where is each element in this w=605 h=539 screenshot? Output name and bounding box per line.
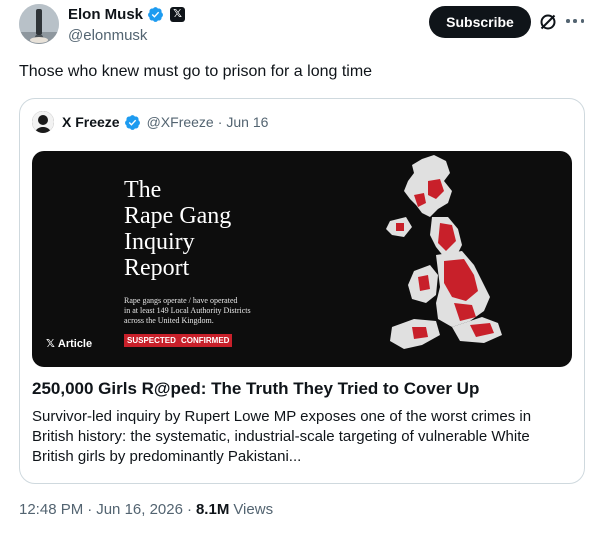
article-badge-label: Article bbox=[57, 337, 93, 350]
x-affiliate-icon: 𝕏 bbox=[170, 7, 186, 22]
legend-suspected-tag: SUSPECTED bbox=[124, 334, 179, 347]
quote-author-name[interactable]: X Freeze bbox=[62, 114, 120, 130]
subscribe-button[interactable]: Subscribe bbox=[429, 6, 531, 38]
tweet-text: Those who knew must go to prison for a l… bbox=[19, 63, 373, 80]
quote-date[interactable]: Jun 16 bbox=[226, 114, 268, 130]
report-subtitle: Rape gangs operate / have operated in at… bbox=[124, 296, 251, 325]
quote-header: X Freeze @XFreeze · Jun 16 bbox=[32, 111, 268, 133]
author-name[interactable]: Elon Musk bbox=[68, 6, 143, 23]
legend-confirmed-tag: CONFIRMED bbox=[178, 334, 233, 347]
uk-map-image bbox=[386, 155, 502, 349]
author-handle[interactable]: @elonmusk bbox=[68, 27, 147, 44]
author-avatar[interactable] bbox=[19, 4, 59, 44]
tweet-header: Elon Musk 𝕏 @elonmusk Subscribe bbox=[0, 0, 605, 56]
quote-author-handle[interactable]: @XFreeze bbox=[147, 114, 214, 130]
article-cover-image[interactable]: The Rape Gang Inquiry Report Rape gangs … bbox=[32, 151, 572, 367]
meta-separator: · bbox=[87, 501, 93, 518]
report-title: The Rape Gang Inquiry Report bbox=[124, 177, 232, 281]
more-options-icon[interactable] bbox=[566, 12, 584, 30]
quote-avatar[interactable] bbox=[32, 111, 54, 133]
quoted-tweet-card[interactable]: X Freeze @XFreeze · Jun 16 The Rape Gang… bbox=[19, 98, 585, 484]
article-description: Survivor-led inquiry by Rupert Lowe MP e… bbox=[32, 408, 532, 465]
views-label: Views bbox=[233, 501, 274, 518]
x-logo-icon: 𝕏 bbox=[46, 338, 55, 350]
quote-separator: · bbox=[217, 114, 223, 130]
quote-avatar-image bbox=[32, 111, 54, 133]
tweet-date[interactable]: Jun 16, 2026 bbox=[96, 501, 183, 518]
tweet-time[interactable]: 12:48 PM bbox=[19, 501, 83, 518]
article-badge: 𝕏 Article bbox=[46, 337, 93, 351]
avatar-rocket-image bbox=[19, 4, 59, 44]
grok-icon[interactable] bbox=[538, 12, 558, 32]
meta-separator-2: · bbox=[186, 501, 192, 518]
article-title[interactable]: 250,000 Girls R@ped: The Truth They Trie… bbox=[32, 379, 479, 399]
tweet-meta: 12:48 PM · Jun 16, 2026 · 8.1M Views bbox=[19, 501, 273, 518]
quote-verified-badge-icon bbox=[124, 114, 140, 130]
verified-badge-icon bbox=[148, 7, 163, 22]
views-count: 8.1M bbox=[195, 501, 230, 518]
